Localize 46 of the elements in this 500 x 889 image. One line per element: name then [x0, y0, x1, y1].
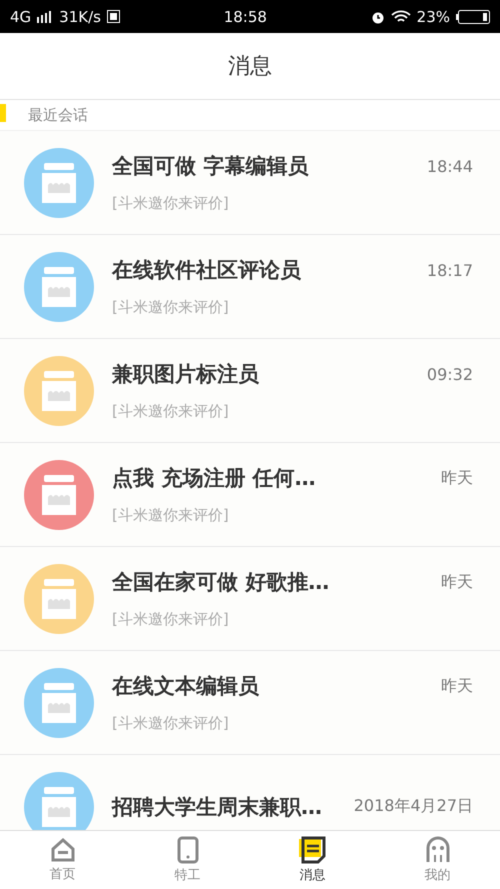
network-type: 4G — [10, 8, 32, 26]
network-speed: 31K/s — [59, 8, 101, 26]
ghost-icon — [424, 836, 450, 864]
conversation-time: 昨天 — [441, 572, 473, 592]
conversation-time: 09:32 — [426, 364, 473, 384]
battery-percent: 23% — [416, 8, 450, 26]
tab-bar-item[interactable]: 消息 — [250, 831, 375, 889]
conversation-title: 在线软件社区评论员 — [112, 257, 302, 284]
alarm-icon — [370, 10, 385, 24]
conversation-item[interactable]: 在线文本编辑员 昨天 [斗米邀你来评价] — [0, 651, 500, 755]
conversation-time: 18:17 — [426, 260, 473, 280]
battery-icon — [456, 10, 490, 24]
phone-icon — [174, 836, 200, 864]
conversation-item[interactable]: 点我 充场注册 任何… 昨天 [斗米邀你来评价] — [0, 443, 500, 547]
conversation-title: 在线文本编辑员 — [112, 673, 260, 700]
conversation-title: 招聘大学生周末兼职… — [112, 794, 323, 820]
page-title: 消息 — [228, 53, 272, 81]
tab-bar-item[interactable]: 特工 — [125, 831, 250, 889]
conversation-time: 18:44 — [426, 156, 473, 176]
conversation-item[interactable]: 在线软件社区评论员 18:17 [斗米邀你来评价] — [0, 235, 500, 339]
conversation-preview: [斗米邀你来评价] — [112, 194, 230, 213]
conversation-preview: [斗米邀你来评价] — [112, 610, 230, 629]
tab-bar-item[interactable]: 首页 — [0, 831, 125, 889]
tab-bar-item[interactable]: 我的 — [375, 831, 500, 889]
conversation-time: 2018年4月27日 — [354, 796, 473, 817]
conversation-preview: [斗米邀你来评价] — [112, 714, 230, 733]
wifi-icon — [390, 10, 411, 24]
message-icon — [298, 836, 328, 864]
section-title: 最近会话 — [28, 106, 88, 124]
sim-icon — [106, 10, 120, 23]
conversation-title: 兼职图片标注员 — [112, 361, 260, 388]
conversation-preview: [斗米邀你来评价] — [112, 506, 230, 525]
conversation-preview: [斗米邀你来评价] — [112, 402, 230, 421]
conversation-time: 昨天 — [441, 468, 473, 488]
section-accent — [0, 104, 6, 122]
conversation-preview: [斗米邀你来评价] — [112, 298, 230, 317]
conversation-item[interactable]: 兼职图片标注员 09:32 [斗米邀你来评价] — [0, 339, 500, 443]
signal-icon — [37, 10, 54, 22]
conversation-time: 昨天 — [441, 676, 473, 696]
conversation-title: 全国在家可做 好歌推… — [112, 569, 330, 596]
conversation-item[interactable]: 全国在家可做 好歌推… 昨天 [斗米邀你来评价] — [0, 547, 500, 651]
conversation-title: 点我 充场注册 任何… — [112, 465, 317, 492]
conversation-item[interactable]: 全国可做 字幕编辑员 18:44 [斗米邀你来评价] — [0, 131, 500, 235]
home-icon — [50, 837, 76, 863]
conversation-title: 全国可做 字幕编辑员 — [112, 153, 310, 180]
clock-time: 18:58 — [224, 8, 267, 26]
